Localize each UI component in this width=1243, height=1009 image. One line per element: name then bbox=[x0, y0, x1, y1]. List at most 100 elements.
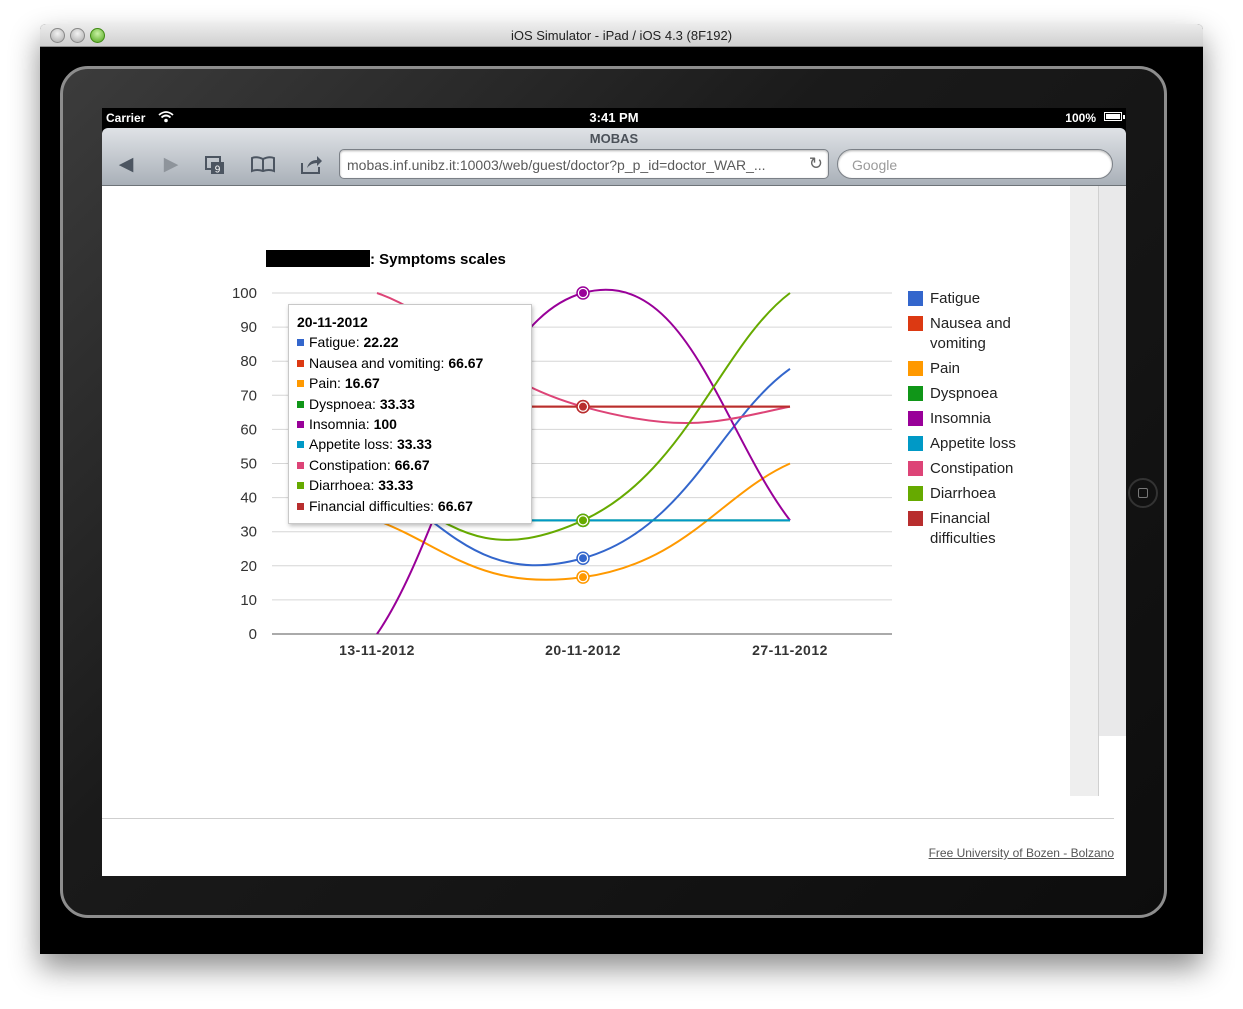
legend-label: Dyspnoea bbox=[930, 385, 998, 402]
tooltip-value: 22.22 bbox=[363, 334, 399, 351]
data-point bbox=[579, 402, 587, 411]
window-titlebar: iOS Simulator - iPad / iOS 4.3 (8F192) bbox=[40, 24, 1203, 47]
tabs-count: 9 bbox=[215, 165, 221, 176]
legend-item[interactable]: Pain bbox=[908, 359, 1038, 379]
tooltip-value: 66.67 bbox=[437, 497, 473, 514]
tooltip-swatch bbox=[297, 421, 304, 429]
home-square-icon bbox=[1138, 488, 1148, 498]
y-tick-label: 30 bbox=[240, 524, 257, 541]
x-tick-label: 13-11-2012 bbox=[339, 642, 415, 658]
tooltip-rows: Fatigue: 22.22 Nausea and vomiting: 66.67… bbox=[297, 332, 523, 516]
tooltip-label: Insomnia: bbox=[309, 416, 374, 433]
back-arrow-icon[interactable]: ◀ bbox=[113, 155, 139, 175]
university-link[interactable]: Free University of Bozen - Bolzano bbox=[929, 846, 1114, 860]
bookmarks-icon[interactable] bbox=[250, 155, 276, 175]
x-tick-label: 20-11-2012 bbox=[545, 642, 621, 658]
y-tick-label: 20 bbox=[240, 558, 257, 575]
chart-card: : Symptoms scales 0 10 20 30 40 50 60 70 80 90 100… bbox=[102, 186, 1070, 739]
ipad-screen: Carrier 3:41 PM 100% MOBAS ◀ ▶ 9 mobas.i… bbox=[102, 108, 1126, 876]
legend-swatch bbox=[908, 291, 923, 306]
data-point bbox=[579, 573, 587, 582]
legend-item[interactable]: Dyspnoea bbox=[908, 384, 1038, 404]
battery-icon bbox=[1104, 112, 1125, 121]
data-point bbox=[579, 516, 587, 525]
legend-swatch bbox=[908, 511, 923, 526]
tooltip-row: Insomnia: 100 bbox=[297, 414, 523, 434]
webview: : Symptoms scales 0 10 20 30 40 50 60 70 80 90 100… bbox=[102, 186, 1126, 876]
tooltip-value: 66.67 bbox=[394, 456, 430, 473]
side-panel bbox=[1070, 186, 1099, 796]
simulator-window: iOS Simulator - iPad / iOS 4.3 (8F192) C… bbox=[40, 24, 1203, 954]
tooltip-swatch bbox=[297, 400, 304, 408]
legend-item[interactable]: Fatigue bbox=[908, 289, 1038, 309]
legend-label: Pain bbox=[930, 360, 961, 377]
tooltip-label: Appetite loss: bbox=[309, 436, 397, 453]
legend-item[interactable]: Financial difficulties bbox=[908, 509, 1038, 549]
tooltip-label: Financial difficulties: bbox=[309, 497, 438, 514]
tooltip-row: Fatigue: 22.22 bbox=[297, 332, 523, 352]
legend-swatch bbox=[908, 361, 923, 376]
home-button[interactable] bbox=[1128, 478, 1158, 508]
tooltip-label: Pain: bbox=[309, 375, 345, 392]
page-title: MOBAS bbox=[589, 131, 639, 146]
legend-swatch bbox=[908, 386, 923, 401]
legend-label: Appetite loss bbox=[930, 435, 1016, 452]
legend-item[interactable]: Insomnia bbox=[908, 409, 1038, 429]
chart-tooltip: 20-11-2012 Fatigue: 22.22 Nausea and vomi… bbox=[288, 304, 532, 525]
search-bar[interactable] bbox=[837, 149, 1113, 179]
tooltip-swatch bbox=[297, 482, 304, 490]
url-text: mobas.inf.unibz.it:10003/web/guest/docto… bbox=[347, 157, 766, 173]
tooltip-value: 33.33 bbox=[396, 436, 432, 453]
tooltip-row: Pain: 16.67 bbox=[297, 373, 523, 393]
footer-divider bbox=[102, 818, 1114, 819]
safari-toolbar: MOBAS ◀ ▶ 9 mobas.inf.unibz.it:10003/web… bbox=[102, 128, 1126, 186]
x-tick-label: 27-11-2012 bbox=[752, 642, 828, 658]
status-bar: Carrier 3:41 PM 100% bbox=[102, 108, 1126, 128]
tooltip-label: Constipation: bbox=[309, 456, 395, 473]
legend-swatch bbox=[908, 486, 923, 501]
legend-item[interactable]: Nausea and vomiting bbox=[908, 314, 1038, 354]
legend-swatch bbox=[908, 436, 923, 451]
legend-label: Insomnia bbox=[930, 410, 991, 427]
legend-label: Fatigue bbox=[930, 290, 981, 307]
legend-label: Nausea and vomiting bbox=[930, 315, 1011, 352]
address-bar[interactable]: mobas.inf.unibz.it:10003/web/guest/docto… bbox=[339, 149, 829, 179]
tooltip-label: Dyspnoea: bbox=[309, 395, 380, 412]
legend-label: Constipation bbox=[930, 460, 1014, 477]
tooltip-value: 66.67 bbox=[448, 354, 484, 371]
y-tick-label: 40 bbox=[240, 490, 257, 507]
legend-label: Diarrhoea bbox=[930, 485, 996, 502]
legend-item[interactable]: Appetite loss bbox=[908, 434, 1038, 454]
y-tick-label: 50 bbox=[240, 456, 257, 473]
reload-icon[interactable]: ↻ bbox=[809, 154, 823, 174]
tooltip-row: Diarrhoea: 33.33 bbox=[297, 475, 523, 495]
y-tick-label: 90 bbox=[240, 319, 257, 336]
y-tick-label: 0 bbox=[249, 626, 257, 643]
y-tick-label: 10 bbox=[240, 592, 257, 609]
legend-item[interactable]: Diarrhoea bbox=[908, 484, 1038, 504]
y-tick-label: 80 bbox=[240, 353, 257, 370]
legend-item[interactable]: Constipation bbox=[908, 459, 1038, 479]
data-point bbox=[579, 289, 587, 297]
tooltip-swatch bbox=[297, 461, 304, 469]
legend-swatch bbox=[908, 461, 923, 476]
legend-swatch bbox=[908, 411, 923, 426]
tooltip-row: Constipation: 66.67 bbox=[297, 455, 523, 475]
y-tick-label: 60 bbox=[240, 421, 257, 438]
tooltip-value: 33.33 bbox=[378, 477, 414, 494]
legend-swatch bbox=[908, 316, 923, 331]
tooltip-row: Financial difficulties: 66.67 bbox=[297, 496, 523, 516]
tooltip-value: 100 bbox=[373, 416, 397, 433]
window-title: iOS Simulator - iPad / iOS 4.3 (8F192) bbox=[510, 28, 733, 43]
share-icon[interactable] bbox=[298, 155, 324, 175]
legend-label: Financial difficulties bbox=[930, 510, 996, 547]
tooltip-date: 20-11-2012 bbox=[297, 314, 368, 330]
tooltip-swatch bbox=[297, 359, 304, 367]
y-tick-label: 100 bbox=[232, 285, 257, 302]
forward-arrow-icon[interactable]: ▶ bbox=[158, 155, 184, 175]
search-input[interactable] bbox=[850, 156, 1104, 174]
battery-percent: 100% bbox=[1065, 111, 1096, 125]
y-tick-label: 70 bbox=[240, 387, 257, 404]
tabs-pages-icon[interactable]: 9 bbox=[202, 155, 228, 176]
tooltip-swatch bbox=[297, 441, 304, 449]
